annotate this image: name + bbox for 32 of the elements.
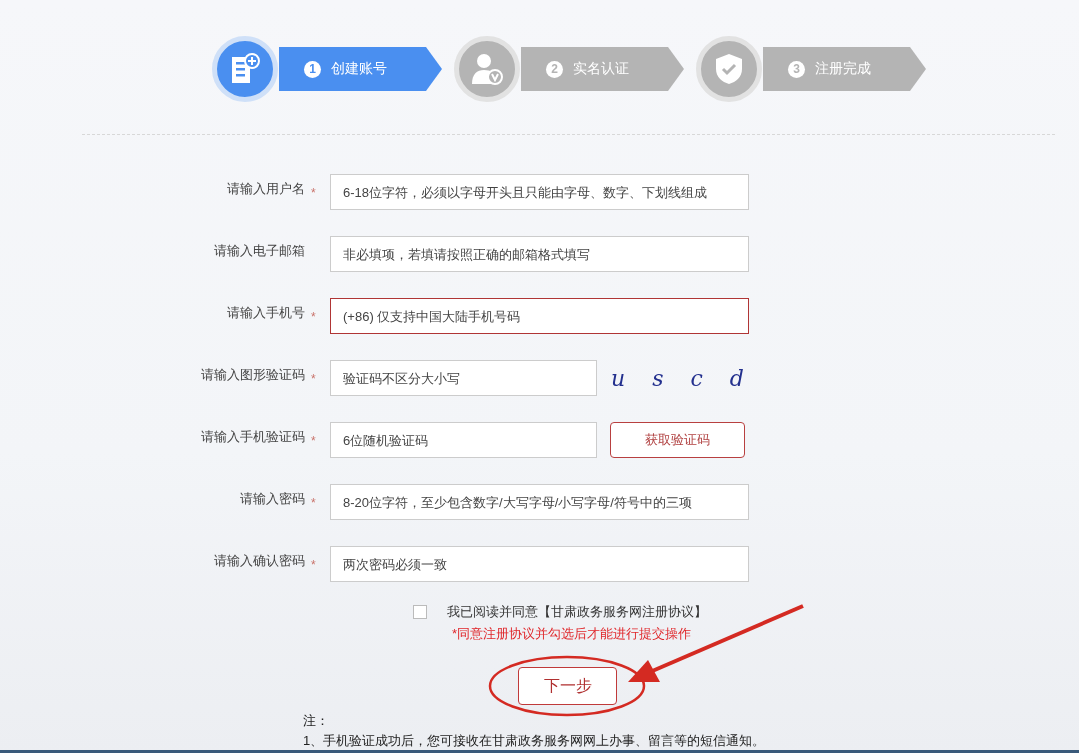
step-label: 实名认证 [573,60,629,78]
note-text: 1、手机验证成功后，您可接收在甘肃政务服务网网上办事、留言等的短信通知。 [303,732,767,750]
field-label: 请输入手机号 [227,304,305,322]
step-label: 注册完成 [815,60,871,78]
step-tab[interactable]: 1 创建账号 [279,47,442,91]
required-mark: * [311,310,317,324]
captcha-image[interactable]: u s c d [611,365,754,391]
field-label: 请输入确认密码 [214,552,305,570]
document-plus-icon [230,53,260,85]
step-label: 创建账号 [331,60,387,78]
field-label: 请输入密码 [240,490,305,508]
step-number: 2 [546,60,563,78]
next-step-button[interactable]: 下一步 [518,667,617,705]
required-mark: * [311,186,317,200]
notes-title: 注： [303,712,330,730]
step-number: 1 [304,60,321,78]
required-mark: * [311,434,317,448]
agreement-label[interactable]: 我已阅读并同意【甘肃政务服务网注册协议】 [446,603,707,621]
user-check-icon [470,52,504,86]
agreement-checkbox[interactable] [412,605,427,619]
input-field[interactable]: (+86) 仅支持中国大陆手机号码 [330,298,749,334]
required-mark: * [311,558,317,572]
field-label: 请输入用户名 [227,180,305,198]
step-number: 3 [788,60,805,78]
field-label: 请输入图形验证码 [201,366,305,384]
required-mark: * [311,372,317,386]
get-code-button[interactable]: 获取验证码 [610,422,745,458]
required-mark: * [311,496,317,510]
agreement-hint: *同意注册协议并勾选后才能进行提交操作 [450,625,692,643]
field-label: 请输入电子邮箱 [214,242,305,260]
shield-check-icon [715,53,743,85]
field-label: 请输入手机验证码 [201,428,305,446]
